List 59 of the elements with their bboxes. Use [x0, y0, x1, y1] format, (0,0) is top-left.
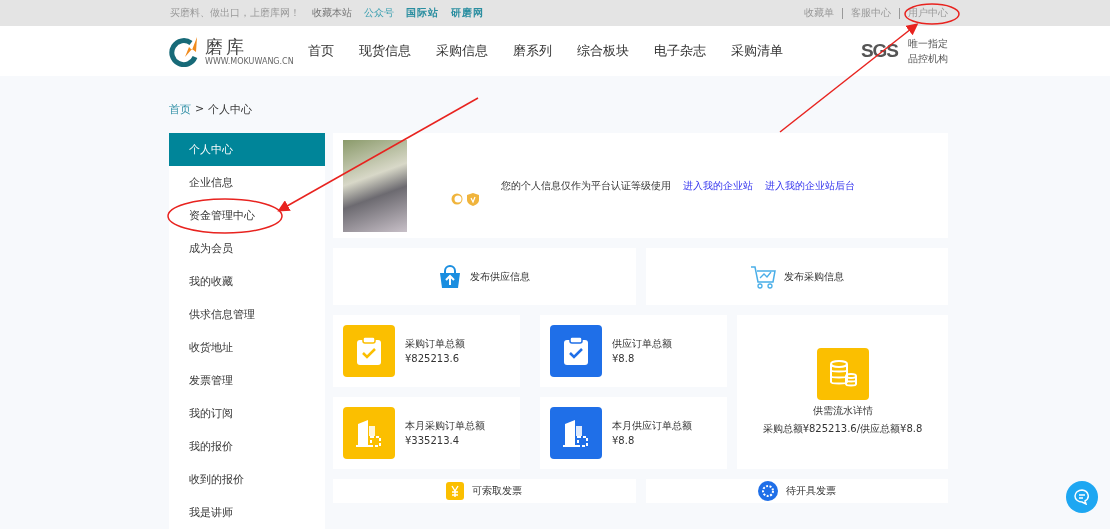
- nav-link[interactable]: 采购清单: [731, 42, 783, 60]
- sgs-caption: 品控机构: [908, 52, 948, 66]
- enterprise-link[interactable]: 进入我的企业站后台: [765, 178, 855, 193]
- chat-icon: [1074, 489, 1090, 505]
- stat-title: 本月采购订单总额: [405, 419, 485, 433]
- sidebar-item[interactable]: 收货地址: [169, 331, 325, 364]
- building-icon: [561, 418, 591, 448]
- stat-title: 本月供应订单总额: [612, 419, 692, 433]
- sidebar-item[interactable]: 发票管理: [169, 364, 325, 397]
- stat-title: 供应订单总额: [612, 337, 672, 351]
- sidebar-item[interactable]: 个人中心: [169, 133, 325, 166]
- sidebar-item[interactable]: 我是讲师: [169, 496, 325, 529]
- stat-value: ¥335213.4: [405, 434, 461, 448]
- summary-totals: 采购总额¥825213.6/供应总额¥8.8: [762, 422, 923, 436]
- verified-badge-icon: [451, 193, 463, 205]
- sidebar-item[interactable]: 成为会员: [169, 232, 325, 265]
- sidebar-item[interactable]: 资金管理中心: [169, 199, 325, 232]
- summary-title: 供需流水详情: [812, 404, 873, 418]
- stat-value: ¥825213.6: [405, 352, 461, 366]
- sidebar-item[interactable]: 我的收藏: [169, 265, 325, 298]
- shopping-bag-icon: [438, 264, 463, 289]
- nav-link[interactable]: 电子杂志: [654, 42, 706, 60]
- nav-link[interactable]: 现货信息: [359, 42, 411, 60]
- sidebar-item[interactable]: 收到的报价: [169, 463, 325, 496]
- dial-icon: [757, 481, 778, 501]
- breadcrumb-link[interactable]: 首页: [169, 102, 191, 117]
- publish-button[interactable]: 发布供应信息: [333, 248, 636, 305]
- sgs-caption: 唯一指定: [908, 37, 948, 51]
- stat-value: ¥8.8: [612, 352, 636, 366]
- sidebar-item[interactable]: 供求信息管理: [169, 298, 325, 331]
- nav-link[interactable]: 综合板块: [577, 42, 629, 60]
- sidebar-item[interactable]: 企业信息: [169, 166, 325, 199]
- stat-value: ¥8.8: [612, 434, 636, 448]
- annotation-ellipse: [904, 3, 960, 25]
- shield-icon: [467, 193, 479, 206]
- nav-link[interactable]: 磨系列: [513, 42, 552, 60]
- yen-icon: [446, 482, 465, 500]
- invoice-button[interactable]: 可索取发票: [333, 479, 636, 503]
- logo-tagline: WWW.MOKUWANG.CN: [205, 56, 294, 66]
- clipboard-icon: [355, 336, 383, 366]
- coins-icon: [816, 348, 869, 400]
- nav-link[interactable]: 首页: [308, 42, 334, 60]
- breadcrumb-current: 个人中心: [208, 102, 253, 117]
- building-icon: [354, 418, 384, 448]
- nav-link[interactable]: 采购信息: [436, 42, 488, 60]
- chat-button[interactable]: [1066, 481, 1098, 513]
- logo-name: 磨库: [205, 36, 248, 57]
- clipboard-icon: [562, 336, 590, 366]
- enterprise-link[interactable]: 进入我的企业站: [683, 178, 753, 193]
- shopping-cart-icon: [749, 264, 776, 289]
- sidebar-item[interactable]: 我的订阅: [169, 397, 325, 430]
- publish-button[interactable]: 发布采购信息: [645, 248, 948, 305]
- invoice-button[interactable]: 待开具发票: [645, 479, 948, 503]
- sidebar-item[interactable]: 我的报价: [169, 430, 325, 463]
- breadcrumb-separator: >: [195, 102, 205, 115]
- top-link[interactable]: 收藏本站: [312, 6, 352, 20]
- stat-title: 采购订单总额: [405, 337, 465, 351]
- privacy-notice: 您的个人信息仅作为平台认证等级使用: [501, 178, 671, 193]
- summary-card[interactable]: 供需流水详情 采购总额¥825213.6/供应总额¥8.8: [737, 315, 948, 469]
